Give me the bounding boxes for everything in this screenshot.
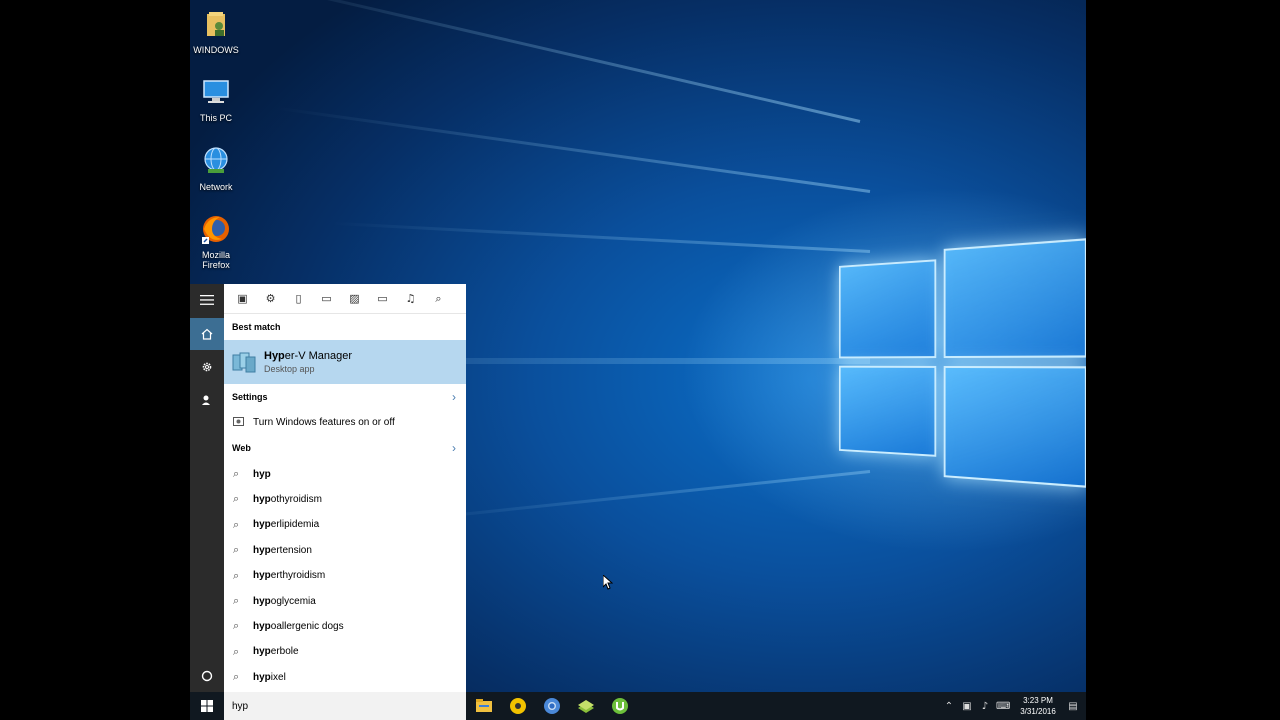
hamburger-menu-icon[interactable] (190, 284, 224, 316)
cortana-circle-icon[interactable] (190, 660, 224, 692)
light-beam (331, 222, 870, 253)
photos-icon[interactable]: ▨ (346, 290, 363, 307)
web-suggestion-list: ⌕ hyp ⌕ hyp othyroidism ⌕ hyp erlipidemia ⌕ hy… (224, 461, 466, 690)
light-beam (276, 107, 871, 193)
clock[interactable]: 3:23 PM 3/31/2016 (1012, 695, 1064, 717)
windows-features-icon (233, 416, 247, 430)
web-suggestion[interactable]: ⌕ hyp othyroidism (224, 487, 466, 512)
desktop-icon-network[interactable]: Network (190, 145, 242, 192)
web-search-icon[interactable]: ⌕ (430, 290, 447, 307)
feedback-icon[interactable] (190, 384, 224, 416)
desktop-icon-label: This PC (190, 113, 242, 123)
search-filter-bar: ▣ ⚙ ▯ ▭ ▨ ▭ ♫ ⌕ (224, 284, 466, 314)
book-app-icon[interactable] (576, 696, 596, 716)
taskbar-search-input[interactable] (224, 692, 466, 720)
network-icon[interactable]: ▣ (960, 701, 974, 712)
search-icon: ⌕ (233, 645, 247, 659)
windows-logo-graphic (839, 238, 1086, 489)
search-icon: ⌕ (233, 594, 247, 608)
start-rail (190, 284, 224, 692)
web-suggestion[interactable]: ⌕ hyp erlipidemia (224, 512, 466, 537)
web-suggestion[interactable]: ⌕ hyp ixel (224, 665, 466, 690)
best-match-result[interactable]: Hyper-V Manager Desktop app (224, 340, 466, 384)
section-header-label: Settings (232, 392, 268, 402)
firefox-icon (200, 213, 232, 245)
best-match-title: Hyper-V Manager (264, 350, 352, 362)
search-icon: ⌕ (233, 670, 247, 684)
search-results: Best match Hyper-V Manager Desktop app S… (224, 314, 466, 692)
clock-time: 3:23 PM (1012, 695, 1064, 706)
search-icon: ⌕ (233, 543, 247, 557)
web-suggestion[interactable]: ⌕ hyp ertension (224, 538, 466, 563)
chevron-up-icon[interactable]: ⌃ (942, 701, 956, 712)
settings-icon[interactable]: ⚙ (262, 290, 279, 307)
settings-icon[interactable] (190, 351, 224, 383)
desktop-icon-this-pc[interactable]: This PC (190, 76, 242, 123)
web-suggestion[interactable]: ⌕ hyp erbole (224, 639, 466, 664)
disc-burner-icon[interactable] (508, 696, 528, 716)
search-icon: ⌕ (233, 492, 247, 506)
section-header-label: Best match (232, 322, 281, 332)
action-center-icon[interactable]: ▤ (1066, 701, 1080, 712)
clock-date: 3/31/2016 (1012, 706, 1064, 717)
home-icon[interactable] (190, 318, 224, 350)
desktop-icon-label: WINDOWS (190, 45, 242, 55)
web-suggestion[interactable]: ⌕ hyp oallergenic dogs (224, 614, 466, 639)
apps-icon[interactable]: ▣ (234, 290, 251, 307)
music-icon[interactable]: ♫ (402, 290, 419, 307)
computer-icon (200, 76, 232, 108)
web-suggestion[interactable]: ⌕ hyp oglycemia (224, 588, 466, 613)
documents-icon[interactable]: ▯ (290, 290, 307, 307)
desktop-icon-firefox[interactable]: Mozilla Firefox (190, 213, 242, 270)
desktop-icon-label: Mozilla Firefox (196, 250, 236, 270)
web-suggestion[interactable]: ⌕ hyp (224, 461, 466, 486)
volume-icon[interactable]: ♪ (978, 701, 992, 712)
folders-icon[interactable]: ▭ (318, 290, 335, 307)
desktop-icon-label: Network (190, 182, 242, 192)
keyboard-icon[interactable]: ⌨ (996, 701, 1010, 712)
system-tray: ⌃ ▣ ♪ ⌨ 3:23 PM 3/31/2016 ▤ (940, 692, 1086, 720)
search-icon: ⌕ (233, 518, 247, 532)
file-explorer-icon[interactable] (474, 696, 494, 716)
chrome-icon[interactable] (542, 696, 562, 716)
utorrent-icon[interactable] (610, 696, 630, 716)
mouse-cursor-icon (603, 575, 613, 590)
light-beam (236, 0, 860, 123)
search-icon: ⌕ (233, 619, 247, 633)
user-folder-icon (200, 8, 232, 40)
windows-start-icon (201, 700, 213, 712)
section-header-settings[interactable]: Settings › (224, 384, 466, 410)
search-icon: ⌕ (233, 467, 247, 481)
videos-icon[interactable]: ▭ (374, 290, 391, 307)
chevron-right-icon: › (452, 390, 456, 404)
chevron-right-icon: › (452, 441, 456, 455)
best-match-subtitle: Desktop app (264, 364, 352, 374)
hyper-v-icon (232, 350, 256, 374)
web-suggestion[interactable]: ⌕ hyp erthyroidism (224, 563, 466, 588)
section-header-web[interactable]: Web › (224, 435, 466, 461)
start-button[interactable] (190, 692, 224, 720)
section-header-label: Web (232, 443, 251, 453)
desktop-icon-windows[interactable]: WINDOWS (190, 8, 242, 55)
taskbar: ⌃ ▣ ♪ ⌨ 3:23 PM 3/31/2016 ▤ (190, 692, 1086, 720)
settings-result-label: Turn Windows features on or off (253, 417, 395, 428)
network-globe-icon (200, 145, 232, 177)
settings-result-item[interactable]: Turn Windows features on or off (224, 410, 466, 435)
start-menu: ▣ ⚙ ▯ ▭ ▨ ▭ ♫ ⌕ Best match Hyper-V Manag… (190, 284, 466, 692)
section-header-best-match: Best match (224, 314, 466, 340)
search-icon: ⌕ (233, 569, 247, 583)
